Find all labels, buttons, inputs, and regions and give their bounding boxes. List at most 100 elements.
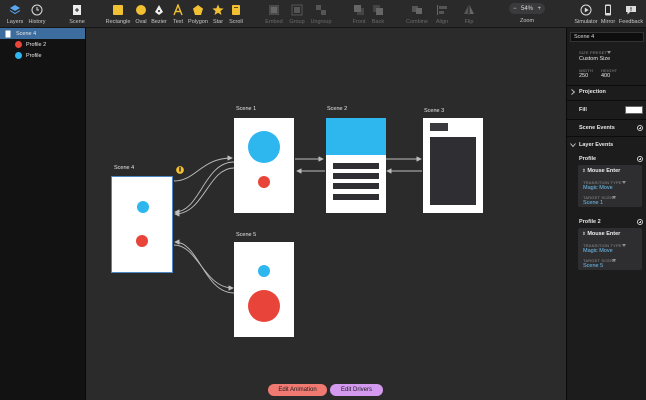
flip-label: Flip	[464, 19, 474, 25]
content-block[interactable]	[430, 137, 476, 205]
edit-drivers-button[interactable]: Edit Drivers	[330, 384, 383, 396]
scene-events-label: Scene Events	[579, 125, 615, 131]
transition-type-select[interactable]: Magic Move	[583, 248, 613, 254]
scene-name-input[interactable]: Scene 4	[570, 32, 644, 42]
zoom-label: Zoom	[519, 18, 535, 24]
stepper-icon: ⇕	[582, 231, 586, 236]
profile-2-circle[interactable]	[136, 235, 148, 247]
scene-3-title: Scene 3	[424, 108, 445, 114]
add-scene-event-icon[interactable]	[637, 125, 643, 131]
list-bar[interactable]	[333, 183, 379, 189]
ungroup-tool[interactable]: Ungroup	[303, 3, 339, 25]
ungroup-label: Ungroup	[310, 19, 332, 25]
profile-2-circle[interactable]	[248, 290, 280, 322]
zoom-in-button[interactable]: +	[537, 6, 541, 12]
header-block[interactable]	[326, 118, 386, 155]
combine-icon	[410, 3, 424, 17]
back-tool[interactable]: Back	[360, 3, 396, 25]
profile-circle[interactable]	[248, 131, 280, 163]
layers-panel: Scene 4 Profile 2 Profile	[0, 28, 86, 400]
flip-tool[interactable]: Flip	[451, 3, 487, 25]
chevron-down-icon	[622, 181, 626, 184]
layer-item-profile[interactable]: Profile	[0, 50, 85, 61]
zoom-value: 54%	[520, 5, 533, 12]
clock-icon	[30, 3, 44, 17]
toolbar: Layers History Scene Rectangle Oval Bezi…	[0, 0, 646, 28]
scroll-label: Scroll	[229, 19, 243, 25]
layer-event-card[interactable]: ⇕ Mouse Enter TRANSITION TYPE Magic Move…	[578, 228, 642, 270]
divider	[567, 136, 646, 137]
edit-animation-button[interactable]: Edit Animation	[268, 384, 327, 396]
ungroup-icon	[314, 3, 328, 17]
chevron-right-icon[interactable]	[571, 89, 575, 95]
layer-event-card[interactable]: ⇕ Mouse Enter TRANSITION TYPE Magic Move…	[578, 165, 642, 207]
canvas[interactable]: Scene 1 Scene 2 Scene 3 Scene 4 Scene 5 …	[86, 28, 566, 400]
layer-item-scene-4[interactable]: Scene 4	[0, 28, 85, 39]
feedback-label: Feedback	[618, 19, 644, 25]
event-trigger: Mouse Enter	[587, 231, 621, 237]
event-trigger: Mouse Enter	[587, 168, 621, 174]
feedback-tool[interactable]: Feedback	[613, 3, 646, 25]
flip-icon	[462, 3, 476, 17]
hand-cursor-icon	[175, 162, 185, 180]
layer-label: Profile 2	[26, 41, 47, 48]
scene-4-artboard[interactable]	[111, 176, 173, 273]
stepper-icon: ⇕	[582, 168, 586, 173]
list-bar[interactable]	[333, 194, 379, 200]
chevron-down-icon	[612, 196, 616, 199]
profile-circle[interactable]	[137, 201, 149, 213]
event-trigger-row[interactable]: ⇕ Mouse Enter	[582, 231, 620, 237]
projection-section[interactable]: Projection	[579, 89, 606, 95]
event-trigger-row[interactable]: ⇕ Mouse Enter	[582, 168, 620, 174]
zoom-tool: − 54% + Zoom	[504, 3, 550, 24]
height-field[interactable]: 400	[601, 73, 610, 79]
align-icon	[435, 3, 449, 17]
group-icon	[290, 3, 304, 17]
list-bar[interactable]	[333, 173, 379, 179]
chevron-down-icon	[607, 51, 611, 54]
profile-2-circle[interactable]	[258, 176, 270, 188]
back-label: Back	[371, 19, 385, 25]
divider	[567, 119, 646, 120]
layer-events-label: Layer Events	[579, 142, 614, 148]
scroll-tool[interactable]: Scroll	[218, 3, 254, 25]
size-preset-select[interactable]: Custom Size	[579, 56, 610, 62]
target-scene-select[interactable]: Scene 1	[583, 200, 603, 206]
add-layer-event-icon[interactable]	[637, 156, 643, 162]
transition-type-select[interactable]: Magic Move	[583, 185, 613, 191]
scene-tool[interactable]: Scene	[59, 3, 95, 25]
target-scene-select[interactable]: Scene 5	[583, 263, 603, 269]
scene-1-artboard[interactable]	[234, 118, 294, 213]
inspector-panel: Scene 4 SIZE PRESET Custom Size WIDTH HE…	[566, 28, 646, 400]
width-field[interactable]: 250	[579, 73, 588, 79]
list-bar[interactable]	[333, 163, 379, 169]
divider	[567, 100, 646, 101]
event-layer-name: Profile 2	[579, 219, 601, 225]
scene-icon	[5, 30, 11, 37]
scene-label: Scene	[69, 19, 85, 25]
add-layer-event-icon[interactable]	[637, 219, 643, 225]
add-scene-icon	[70, 3, 84, 17]
scene-2-artboard[interactable]	[326, 118, 386, 213]
oval-layer-icon	[15, 41, 22, 48]
scene-1-title: Scene 1	[236, 106, 257, 112]
chevron-down-icon	[622, 244, 626, 247]
scroll-icon	[229, 3, 243, 17]
chevron-down-icon[interactable]	[570, 143, 576, 147]
small-bar[interactable]	[430, 123, 448, 131]
align-label: Align	[435, 19, 449, 25]
scene-3-artboard[interactable]	[423, 118, 483, 213]
zoom-out-button[interactable]: −	[513, 6, 517, 12]
size-preset-label: SIZE PRESET	[579, 50, 608, 55]
scene-2-title: Scene 2	[327, 106, 348, 112]
feedback-icon	[624, 3, 638, 17]
scene-5-artboard[interactable]	[234, 242, 294, 337]
profile-circle[interactable]	[258, 265, 270, 277]
fill-color-swatch[interactable]	[625, 106, 643, 114]
send-back-icon	[371, 3, 385, 17]
zoom-control: − 54% +	[509, 3, 545, 14]
history-label: History	[28, 19, 46, 25]
scene-5-title: Scene 5	[236, 232, 257, 238]
layer-item-profile-2[interactable]: Profile 2	[0, 39, 85, 50]
history-tool[interactable]: History	[19, 3, 55, 25]
